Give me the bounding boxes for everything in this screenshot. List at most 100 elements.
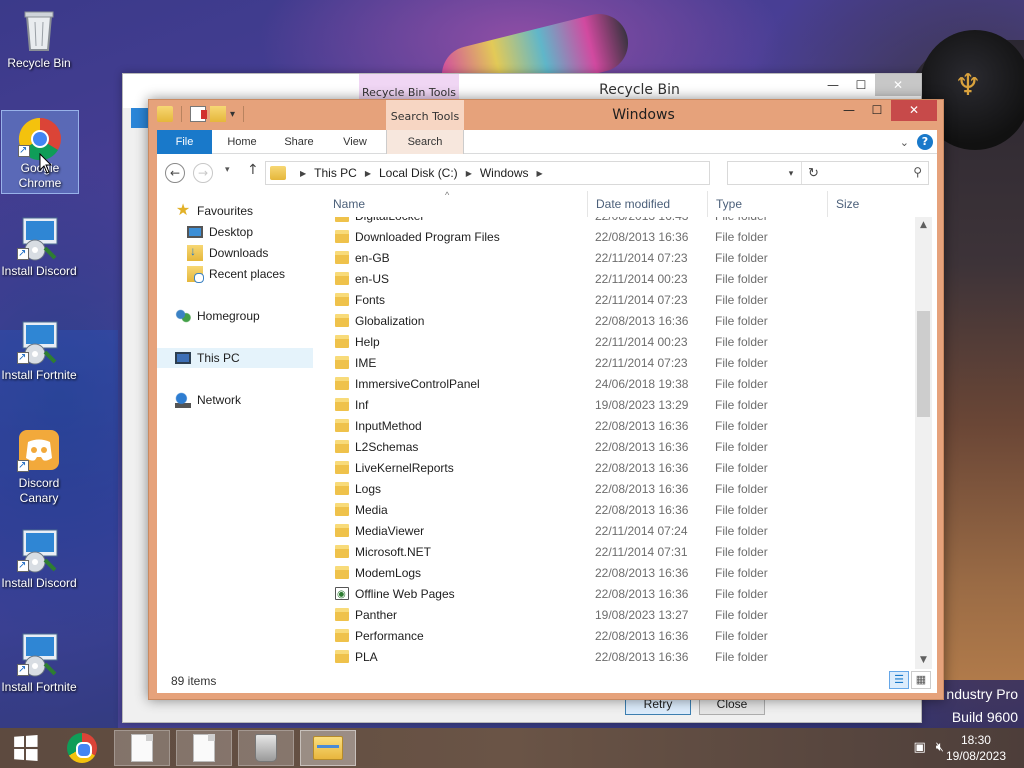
file-row[interactable]: Inf 19/08/2023 13:29 File folder — [325, 395, 915, 416]
folder-icon — [335, 251, 349, 264]
scrollbar-thumb[interactable] — [917, 311, 930, 417]
shortcut-arrow-icon — [17, 558, 29, 573]
folder-icon — [335, 419, 349, 432]
column-header-type[interactable]: Type — [707, 191, 827, 217]
file-row[interactable]: Fonts 22/11/2014 07:23 File folder — [325, 290, 915, 311]
file-name: Help — [355, 335, 380, 349]
nav-item-favourites[interactable]: ★ Favourites — [175, 201, 253, 221]
file-row[interactable]: en-GB 22/11/2014 07:23 File folder — [325, 248, 915, 269]
desktop-icon-label: Install Discord — [1, 576, 77, 590]
star-icon: ★ — [175, 202, 191, 219]
desktop-icon-install-discord-2[interactable]: Install Discord — [0, 526, 78, 591]
recent-locations-icon[interactable]: ▾ — [225, 165, 230, 175]
file-row[interactable]: LiveKernelReports 22/08/2013 16:36 File fo… — [325, 458, 915, 479]
vertical-scrollbar[interactable]: ▲ ▼ — [915, 217, 932, 669]
file-row[interactable]: Globalization 22/08/2013 16:36 File folder — [325, 311, 915, 332]
taskbar-clock[interactable]: 18:30 19/08/2023 — [946, 732, 1006, 764]
breadcrumb-separator-icon[interactable]: ▶ — [466, 169, 472, 178]
breadcrumb-separator-icon[interactable]: ▶ — [537, 169, 543, 178]
column-header-date[interactable]: Date modified — [587, 191, 707, 217]
file-row[interactable]: IME 22/11/2014 07:23 File folder — [325, 353, 915, 374]
desktop-icon-discord-canary[interactable]: Discord Canary — [0, 426, 78, 506]
ribbon-tabs: File Home Share View Search ⌄ ? — [157, 130, 937, 154]
customize-toolbar-icon[interactable]: ▾ — [230, 109, 235, 120]
column-header-name[interactable]: ^ Name — [325, 191, 587, 217]
address-bar[interactable]: ▶ This PC ▶ Local Disk (C:) ▶ Windows ▶ … — [265, 161, 819, 185]
taskbar-recycle-bin[interactable] — [238, 730, 294, 766]
file-row[interactable]: Panther 19/08/2023 13:27 File folder — [325, 605, 915, 626]
nav-item-recent-places[interactable]: Recent places — [187, 264, 285, 284]
file-row[interactable]: DigitalLocker 22/08/2013 16:43 File folder — [325, 217, 915, 227]
taskbar-document-1[interactable] — [114, 730, 170, 766]
desktop-icon-install-fortnite[interactable]: Install Fortnite — [0, 318, 78, 383]
nav-item-network[interactable]: Network — [175, 390, 241, 410]
folder-icon — [335, 461, 349, 474]
new-folder-icon[interactable] — [210, 106, 226, 122]
scroll-up-icon[interactable]: ▲ — [915, 217, 932, 234]
up-arrow-icon[interactable]: ↑ — [247, 162, 259, 178]
file-row[interactable]: en-US 22/11/2014 00:23 File folder — [325, 269, 915, 290]
volume-muted-icon[interactable]: 🔇︎ — [936, 740, 944, 755]
nav-item-downloads[interactable]: Downloads — [187, 243, 268, 263]
folder-icon — [335, 272, 349, 285]
file-row[interactable]: PLA 22/08/2013 16:36 File folder — [325, 647, 915, 668]
explorer-titlebar[interactable]: ▾ Windows — ☐ ✕ — [149, 100, 943, 130]
properties-icon[interactable] — [190, 106, 207, 122]
desktop-icon-install-fortnite-2[interactable]: Install Fortnite — [0, 630, 78, 695]
network-tray-icon[interactable]: ▣ — [914, 740, 926, 755]
minimize-button[interactable]: — — [835, 100, 863, 121]
large-icons-view-icon[interactable]: ▦ — [911, 671, 931, 689]
file-row[interactable]: Microsoft.NET 22/11/2014 07:31 File folder — [325, 542, 915, 563]
breadcrumb-separator-icon[interactable]: ▶ — [300, 169, 306, 178]
breadcrumb-windows[interactable]: Windows — [480, 166, 529, 180]
desktop-icon-google-chrome[interactable]: Google Chrome — [1, 110, 79, 194]
file-row[interactable]: InputMethod 22/08/2013 16:36 File folder — [325, 416, 915, 437]
tab-view[interactable]: View — [333, 130, 377, 154]
file-row[interactable]: Media 22/08/2013 16:36 File folder — [325, 500, 915, 521]
nav-item-homegroup[interactable]: Homegroup — [175, 306, 260, 326]
details-view-icon[interactable]: ☰ — [889, 671, 909, 689]
file-row[interactable]: ModemLogs 22/08/2013 16:36 File folder — [325, 563, 915, 584]
downloads-icon — [187, 244, 203, 261]
forward-button[interactable]: → — [193, 163, 213, 183]
expand-ribbon-icon[interactable]: ⌄ — [900, 136, 909, 149]
search-input[interactable]: ⚲ — [727, 161, 929, 185]
column-header-size[interactable]: Size — [827, 191, 915, 217]
folder-icon — [335, 608, 349, 621]
sort-ascending-icon: ^ — [445, 191, 450, 200]
file-row[interactable]: Logs 22/08/2013 16:36 File folder — [325, 479, 915, 500]
maximize-button[interactable]: ☐ — [863, 100, 891, 121]
nav-item-desktop[interactable]: Desktop — [187, 222, 253, 242]
file-row[interactable]: ImmersiveControlPanel 24/06/2018 19:38 Fil… — [325, 374, 915, 395]
search-icon[interactable]: ⚲ — [913, 165, 922, 179]
breadcrumb-local-disk[interactable]: Local Disk (C:) — [379, 166, 458, 180]
breadcrumb-this-pc[interactable]: This PC — [314, 166, 357, 180]
file-row[interactable]: Offline Web Pages 22/08/2013 16:36 File fo… — [325, 584, 915, 605]
tab-file[interactable]: File — [157, 130, 212, 154]
minimize-button[interactable]: — — [819, 74, 847, 96]
taskbar-file-explorer[interactable] — [300, 730, 356, 766]
desktop-icon-install-discord[interactable]: Install Discord — [0, 214, 78, 279]
file-row[interactable]: MediaViewer 22/11/2014 07:24 File folder — [325, 521, 915, 542]
start-button[interactable] — [0, 728, 50, 768]
back-button[interactable]: ← — [165, 163, 185, 183]
breadcrumb-separator-icon[interactable]: ▶ — [365, 169, 371, 178]
help-icon[interactable]: ? — [917, 134, 933, 150]
tab-search[interactable]: Search — [386, 130, 464, 154]
taskbar-document-2[interactable] — [176, 730, 232, 766]
tab-share[interactable]: Share — [275, 130, 323, 154]
explorer-window[interactable]: Search Tools ▾ Windows — ☐ ✕ File Home S… — [148, 99, 944, 700]
file-row[interactable]: Help 22/11/2014 00:23 File folder — [325, 332, 915, 353]
file-name: Globalization — [355, 314, 425, 328]
file-row[interactable]: Downloaded Program Files 22/08/2013 16:36… — [325, 227, 915, 248]
taskbar-chrome[interactable] — [54, 730, 110, 766]
close-button[interactable]: ✕ — [875, 74, 921, 96]
file-row[interactable]: L2Schemas 22/08/2013 16:36 File folder — [325, 437, 915, 458]
maximize-button[interactable]: ☐ — [847, 74, 875, 96]
file-row[interactable]: Performance 22/08/2013 16:36 File folder — [325, 626, 915, 647]
close-button[interactable]: ✕ — [891, 100, 937, 121]
scroll-down-icon[interactable]: ▼ — [915, 652, 932, 669]
nav-item-this-pc[interactable]: This PC — [157, 348, 313, 368]
tab-home[interactable]: Home — [219, 130, 265, 154]
desktop-icon-recycle-bin[interactable]: Recycle Bin — [0, 6, 78, 71]
